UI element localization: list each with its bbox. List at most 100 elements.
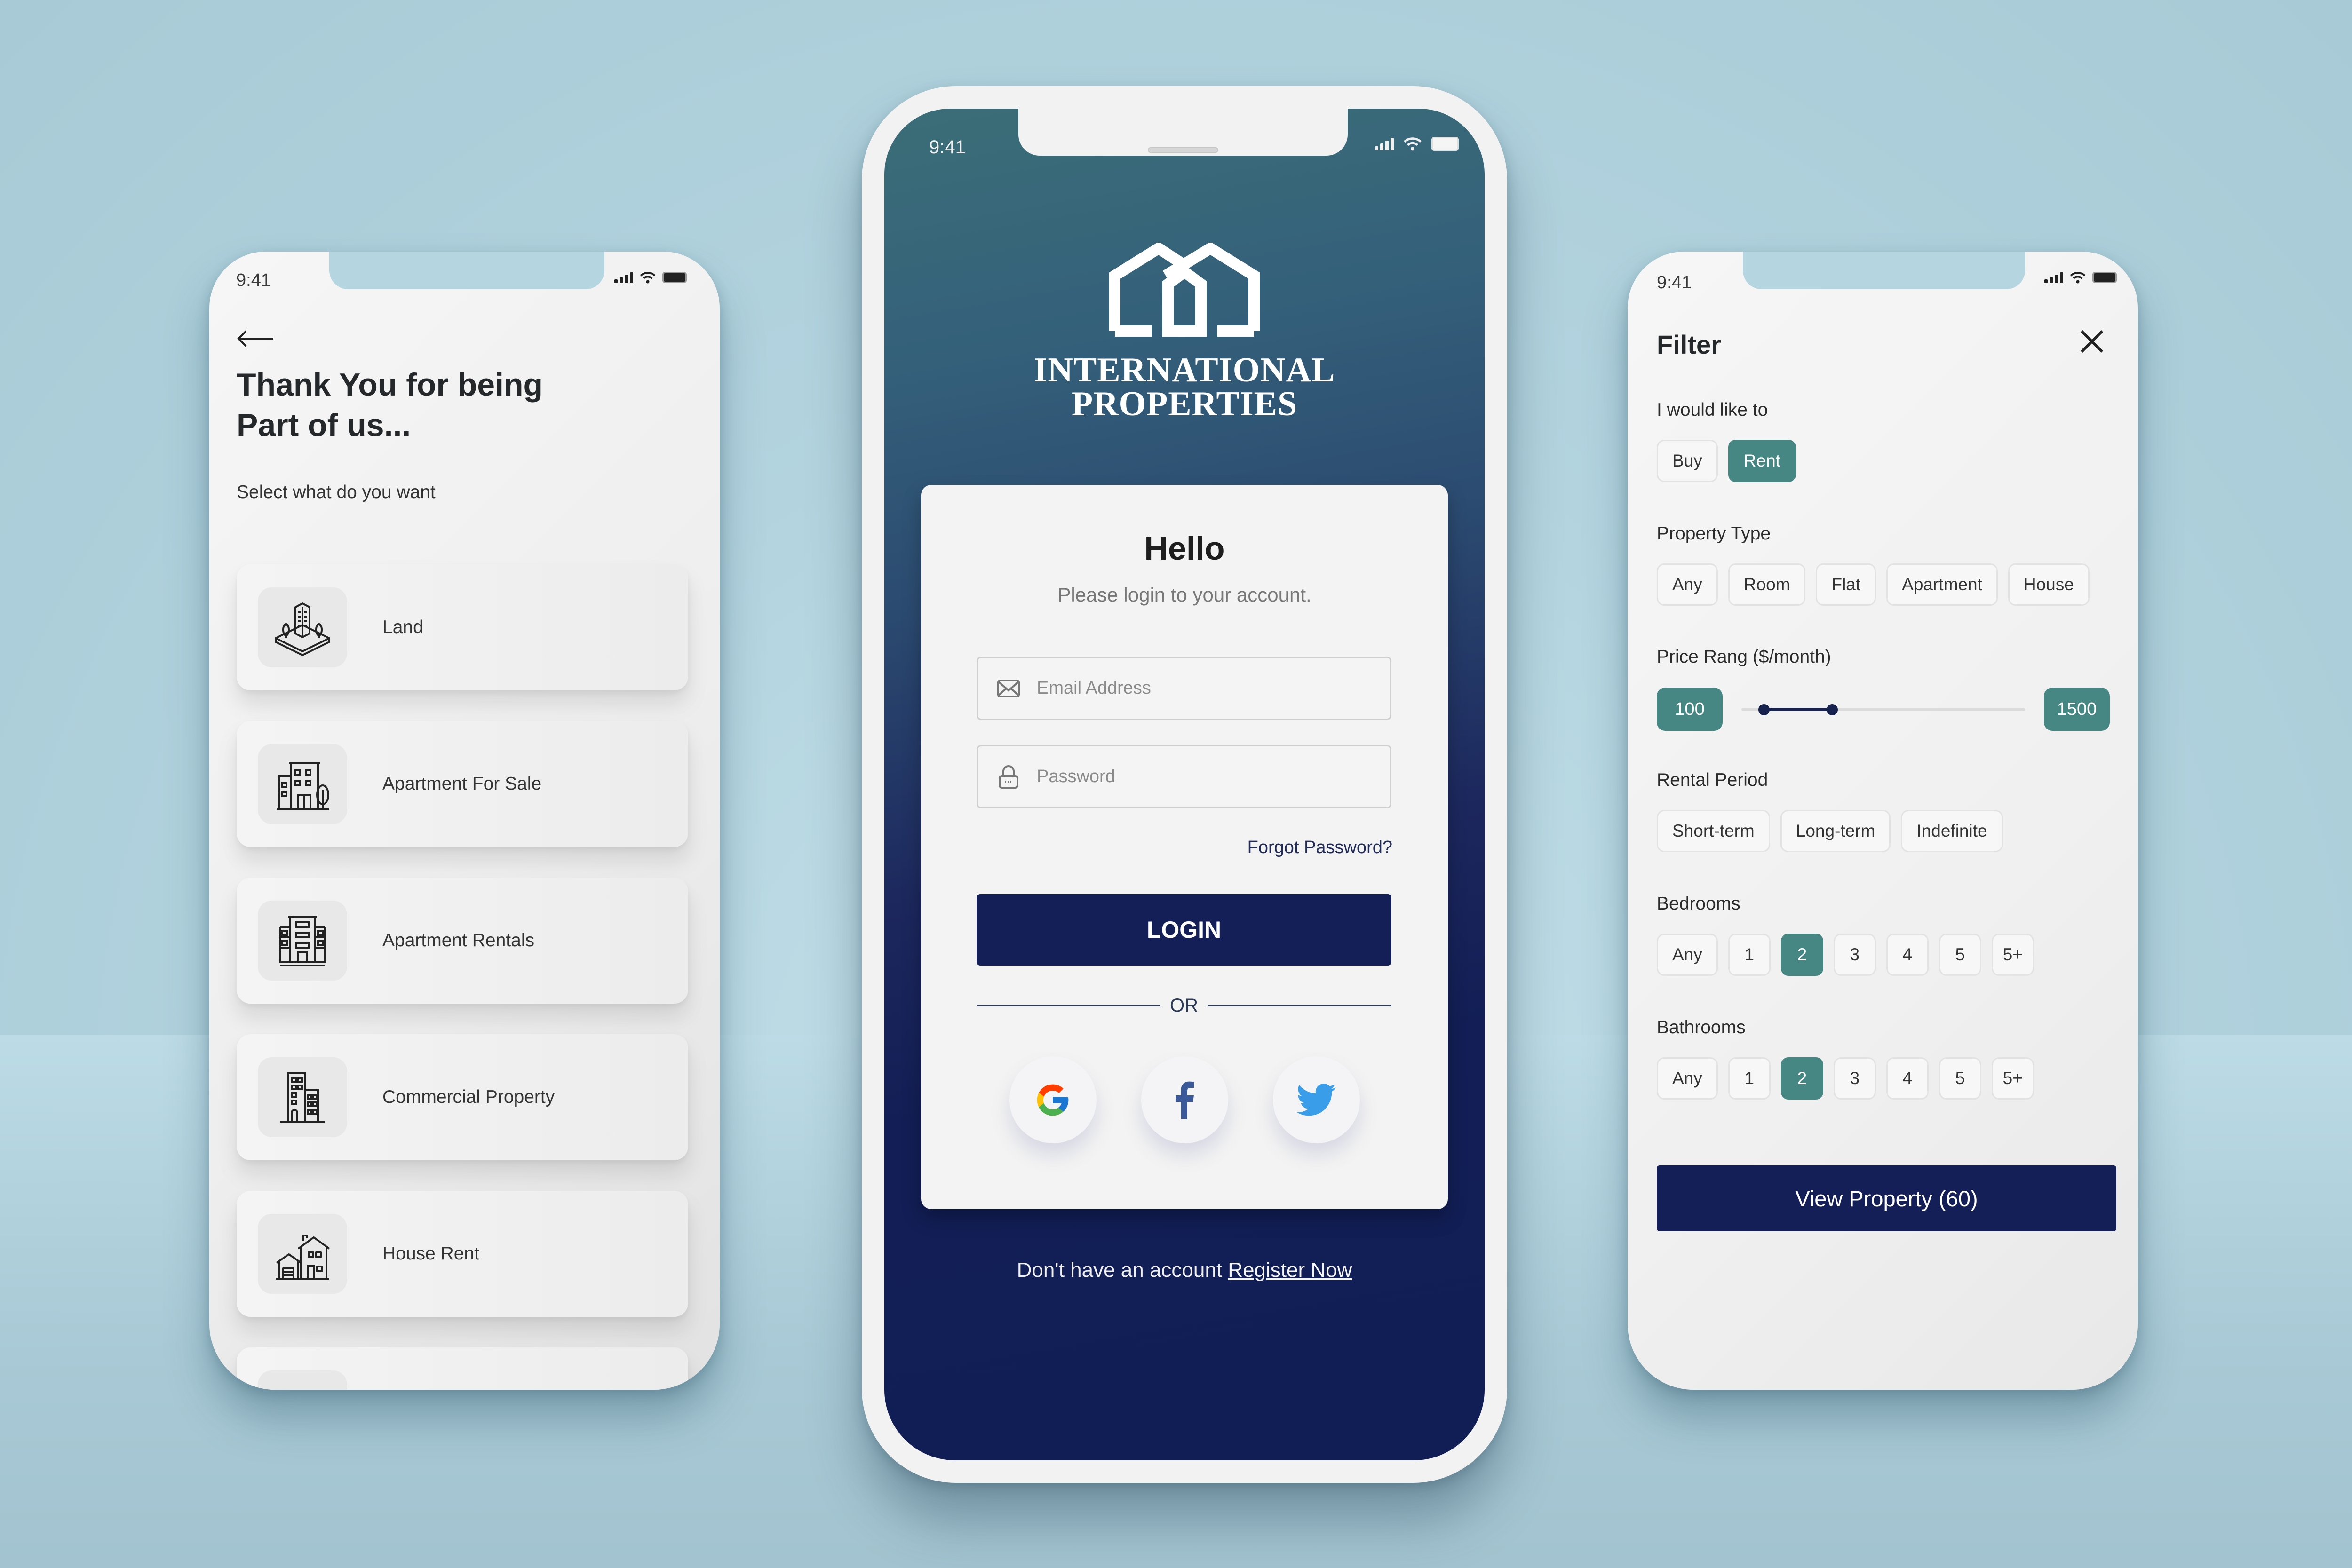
category-label: Commercial Property <box>382 1087 555 1107</box>
property-type-chip[interactable]: Flat <box>1816 563 1876 606</box>
twitter-login-button[interactable] <box>1272 1056 1360 1143</box>
email-input[interactable] <box>1037 678 1366 698</box>
bedrooms-chips: Any 1 2 3 4 5 5+ <box>1657 934 2034 976</box>
property-type-chip[interactable]: Apartment <box>1886 563 1998 606</box>
bathrooms-chip[interactable]: 3 <box>1833 1057 1876 1100</box>
price-slider-fill <box>1764 708 1832 711</box>
price-slider-knob-high[interactable] <box>1826 704 1838 715</box>
intent-chip[interactable]: Buy <box>1657 440 1718 482</box>
brand-name: INTERNATIONAL PROPERTIES <box>1033 351 1335 423</box>
bedrooms-chip[interactable]: 5 <box>1939 934 1981 976</box>
wifi-icon <box>640 272 656 284</box>
or-divider: OR <box>977 995 1391 1016</box>
price-range: 100 1500 <box>1657 688 2110 731</box>
category-option-house-rent[interactable]: House Rent <box>237 1191 688 1317</box>
bedrooms-chip[interactable]: 3 <box>1833 934 1876 976</box>
bathrooms-chip[interactable]: 5 <box>1939 1057 1981 1100</box>
land-tower-icon <box>258 587 347 667</box>
phone-category-select: 9:41 Thank You for being Part of us... S… <box>209 252 720 1390</box>
price-min-value[interactable]: 100 <box>1657 688 1723 731</box>
property-type-label: Property Type <box>1657 523 1771 544</box>
bathrooms-chip[interactable]: 4 <box>1886 1057 1929 1100</box>
property-type-chip[interactable]: Room <box>1728 563 1806 606</box>
login-heading: Hello <box>1144 530 1225 567</box>
property-type-chip[interactable]: House <box>2008 563 2090 606</box>
status-icons <box>1375 137 1459 151</box>
brand-logo: INTERNATIONAL PROPERTIES <box>884 241 1485 423</box>
intent-chip[interactable]: Rent <box>1728 440 1796 482</box>
office-building-icon <box>258 1057 347 1137</box>
password-field[interactable] <box>977 745 1391 808</box>
email-field[interactable] <box>977 657 1391 720</box>
phone-notch <box>329 252 604 289</box>
divider-line <box>977 1005 1160 1006</box>
bathrooms-chip[interactable]: 2 <box>1780 1057 1823 1100</box>
rental-period-label: Rental Period <box>1657 770 1768 790</box>
property-type-chips: Any Room Flat Apartment House <box>1657 563 2090 606</box>
divider-line <box>1208 1005 1391 1006</box>
bedrooms-chip[interactable]: Any <box>1657 934 1718 976</box>
bedrooms-chip[interactable]: 2 <box>1780 934 1823 976</box>
phone-notch <box>1743 252 2025 289</box>
back-arrow-icon[interactable] <box>237 320 274 354</box>
register-now-link[interactable]: Register Now <box>1228 1259 1352 1282</box>
signal-icon <box>614 272 633 283</box>
status-time: 9:41 <box>1657 273 1692 293</box>
google-icon <box>1037 1084 1069 1116</box>
apartment-balconies-icon <box>258 901 347 981</box>
login-card: Hello Please login to your account. Forg… <box>921 485 1448 1209</box>
price-slider-knob-low[interactable] <box>1758 704 1770 715</box>
bedrooms-chip[interactable]: 4 <box>1886 934 1929 976</box>
bathrooms-chip[interactable]: Any <box>1657 1057 1718 1100</box>
apartment-building-icon <box>258 744 347 824</box>
page-subtitle: Select what do you want <box>237 482 436 502</box>
forgot-password-link[interactable]: Forgot Password? <box>1248 838 1392 858</box>
category-label: Apartment Rentals <box>382 930 534 950</box>
category-option-land[interactable]: Land <box>237 564 688 690</box>
view-property-button[interactable]: View Property (60) <box>1657 1165 2116 1231</box>
rental-period-chip[interactable]: Indefinite <box>1901 810 2003 852</box>
bedrooms-chip[interactable]: 5+ <box>1991 934 2034 976</box>
bathrooms-chips: Any 1 2 3 4 5 5+ <box>1657 1057 2034 1100</box>
battery-icon <box>662 272 687 283</box>
category-option-apartment-rentals[interactable]: Apartment Rentals <box>237 878 688 1004</box>
battery-icon <box>1431 137 1459 151</box>
login-subheading: Please login to your account. <box>1057 584 1311 606</box>
category-label: Land <box>382 617 423 637</box>
google-login-button[interactable] <box>1009 1056 1097 1143</box>
price-max-value[interactable]: 1500 <box>2044 688 2110 731</box>
category-label: House Rent <box>382 1243 479 1264</box>
close-icon[interactable] <box>2079 327 2105 360</box>
bathrooms-chip[interactable]: 1 <box>1728 1057 1771 1100</box>
facebook-icon <box>1176 1081 1194 1119</box>
speaker-grille <box>1148 147 1218 153</box>
rental-period-chip[interactable]: Long-term <box>1780 810 1891 852</box>
status-time: 9:41 <box>236 270 271 290</box>
price-range-label: Price Rang ($/month) <box>1657 647 1831 667</box>
status-icons <box>2044 271 2117 284</box>
wifi-icon <box>2070 272 2086 284</box>
signal-icon <box>2044 272 2063 283</box>
intent-label: I would like to <box>1657 400 1768 420</box>
house-logo-icon <box>1109 241 1260 337</box>
login-button[interactable]: LOGIN <box>977 894 1391 966</box>
status-time: 9:41 <box>929 137 966 158</box>
category-option-commercial[interactable]: Commercial Property <box>237 1034 688 1160</box>
bathrooms-chip[interactable]: 5+ <box>1991 1057 2034 1100</box>
category-option-apartment-sale[interactable]: Apartment For Sale <box>237 721 688 847</box>
category-option-partial[interactable] <box>237 1347 688 1390</box>
twitter-icon <box>1296 1083 1336 1116</box>
rental-period-chip[interactable]: Short-term <box>1657 810 1770 852</box>
phone-login: 9:41 INTERNATIONAL PROPERTIES Hello Plea… <box>862 86 1507 1483</box>
bathrooms-label: Bathrooms <box>1657 1017 1746 1037</box>
login-screen: 9:41 INTERNATIONAL PROPERTIES Hello Plea… <box>884 109 1485 1460</box>
phone-filter: 9:41 Filter I would like to Buy Rent Prop… <box>1628 252 2138 1390</box>
facebook-login-button[interactable] <box>1141 1056 1228 1143</box>
or-label: OR <box>1170 995 1198 1016</box>
property-type-chip[interactable]: Any <box>1657 563 1718 606</box>
bedrooms-chip[interactable]: 1 <box>1728 934 1771 976</box>
mail-icon <box>994 679 1023 698</box>
price-slider-track[interactable] <box>1741 704 2025 715</box>
password-input[interactable] <box>1037 767 1366 787</box>
battery-icon <box>2092 272 2117 283</box>
